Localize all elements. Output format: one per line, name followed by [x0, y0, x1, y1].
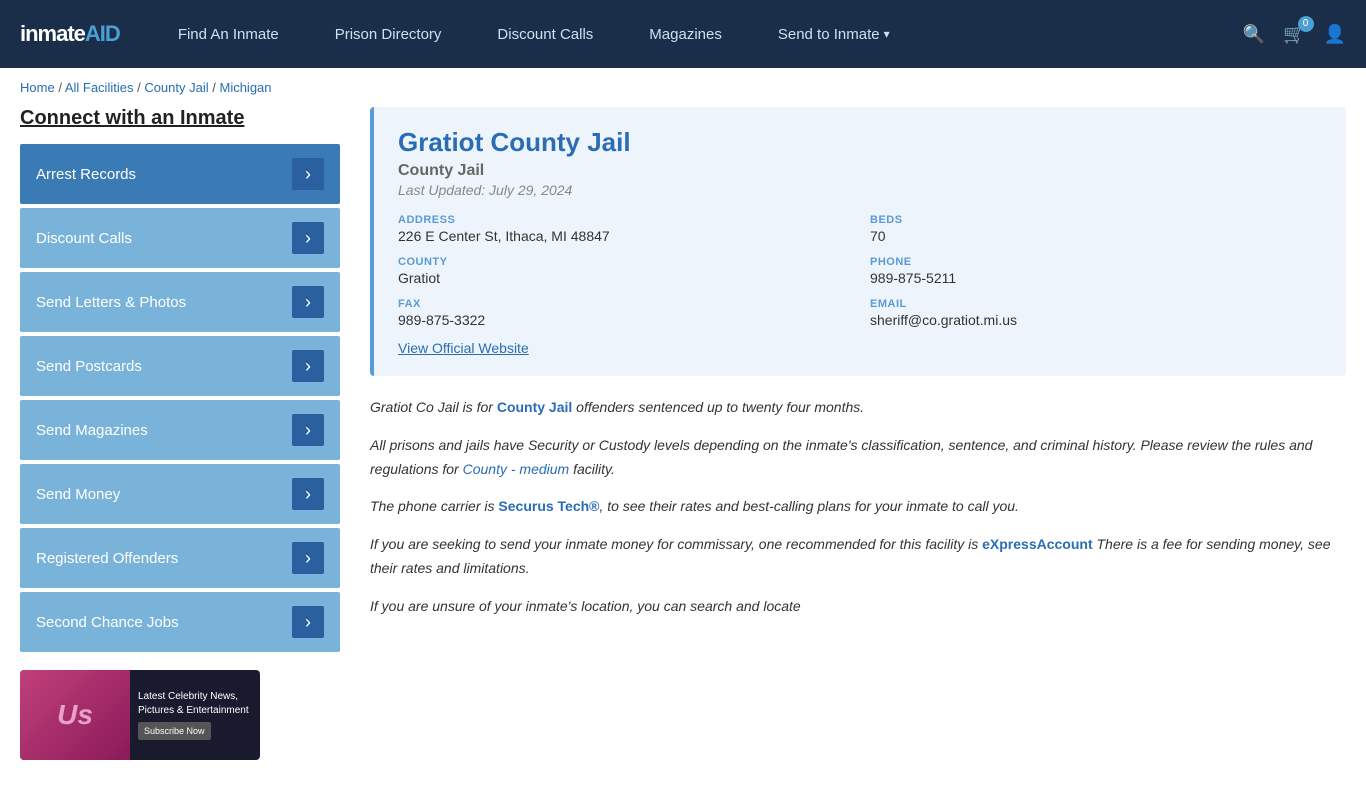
- nav-find-inmate[interactable]: Find An Inmate: [150, 0, 307, 68]
- search-button[interactable]: 🔍: [1243, 24, 1265, 45]
- chevron-right-icon: ›: [292, 478, 324, 510]
- county-medium-link[interactable]: County - medium: [463, 461, 570, 477]
- sidebar: Connect with an Inmate Arrest Records › …: [20, 107, 340, 760]
- county-value: Gratiot: [398, 270, 850, 286]
- fax-value: 989-875-3322: [398, 312, 850, 328]
- chevron-right-icon: ›: [292, 542, 324, 574]
- chevron-right-icon: ›: [292, 286, 324, 318]
- email-label: EMAIL: [870, 298, 1322, 310]
- county-label: COUNTY: [398, 256, 850, 268]
- facility-content: Gratiot County Jail County Jail Last Upd…: [370, 107, 1346, 760]
- desc-paragraph-2: All prisons and jails have Security or C…: [370, 434, 1346, 482]
- desc-paragraph-5: If you are unsure of your inmate's locat…: [370, 595, 1346, 619]
- beds-label: BEDS: [870, 214, 1322, 226]
- chevron-right-icon: ›: [292, 222, 324, 254]
- address-value: 226 E Center St, Ithaca, MI 48847: [398, 228, 850, 244]
- header: inmateAID Find An Inmate Prison Director…: [0, 0, 1366, 68]
- email-value: sheriff@co.gratiot.mi.us: [870, 312, 1322, 328]
- chevron-right-icon: ›: [292, 606, 324, 638]
- chevron-right-icon: ›: [292, 414, 324, 446]
- sidebar-title: Connect with an Inmate: [20, 107, 340, 130]
- phone-cell: PHONE 989-875-5211: [870, 256, 1322, 286]
- desc-paragraph-1: Gratiot Co Jail is for County Jail offen…: [370, 396, 1346, 420]
- ad-subscribe-button[interactable]: Subscribe Now: [138, 722, 211, 741]
- sidebar-item-send-letters[interactable]: Send Letters & Photos ›: [20, 272, 340, 332]
- facility-last-updated: Last Updated: July 29, 2024: [398, 182, 1322, 198]
- logo-text: inmateAID: [20, 21, 120, 47]
- facility-type: County Jail: [398, 162, 1322, 180]
- main-container: Connect with an Inmate Arrest Records › …: [0, 107, 1366, 790]
- nav-send-to-inmate[interactable]: Send to Inmate ▾: [750, 0, 918, 68]
- facility-card: Gratiot County Jail County Jail Last Upd…: [370, 107, 1346, 376]
- user-account-button[interactable]: 👤: [1324, 24, 1346, 45]
- chevron-right-icon: ›: [292, 158, 324, 190]
- facility-info-grid: ADDRESS 226 E Center St, Ithaca, MI 4884…: [398, 214, 1322, 328]
- desc-paragraph-4: If you are seeking to send your inmate m…: [370, 533, 1346, 581]
- breadcrumb: Home / All Facilities / County Jail / Mi…: [0, 68, 1366, 107]
- sidebar-item-discount-calls[interactable]: Discount Calls ›: [20, 208, 340, 268]
- email-cell: EMAIL sheriff@co.gratiot.mi.us: [870, 298, 1322, 328]
- chevron-right-icon: ›: [292, 350, 324, 382]
- breadcrumb-home[interactable]: Home: [20, 80, 55, 95]
- main-nav: Find An Inmate Prison Directory Discount…: [150, 0, 1243, 68]
- ad-brand-logo: Us: [20, 670, 130, 760]
- nav-discount-calls[interactable]: Discount Calls: [469, 0, 621, 68]
- phone-label: PHONE: [870, 256, 1322, 268]
- ad-content: Latest Celebrity News, Pictures & Entert…: [130, 684, 260, 747]
- fax-label: FAX: [398, 298, 850, 310]
- address-label: ADDRESS: [398, 214, 850, 226]
- send-to-inmate-dropdown-icon: ▾: [884, 27, 890, 41]
- cart-badge: 0: [1298, 16, 1314, 32]
- sidebar-menu: Arrest Records › Discount Calls › Send L…: [20, 144, 340, 652]
- sidebar-item-send-postcards[interactable]: Send Postcards ›: [20, 336, 340, 396]
- phone-value: 989-875-5211: [870, 270, 1322, 286]
- breadcrumb-michigan[interactable]: Michigan: [219, 80, 271, 95]
- securus-link[interactable]: Securus Tech®: [498, 498, 599, 514]
- address-cell: ADDRESS 226 E Center St, Ithaca, MI 4884…: [398, 214, 850, 244]
- advertisement[interactable]: Us Latest Celebrity News, Pictures & Ent…: [20, 670, 260, 760]
- beds-cell: BEDS 70: [870, 214, 1322, 244]
- beds-value: 70: [870, 228, 1322, 244]
- nav-prison-directory[interactable]: Prison Directory: [307, 0, 470, 68]
- breadcrumb-all-facilities[interactable]: All Facilities: [65, 80, 134, 95]
- sidebar-item-arrest-records[interactable]: Arrest Records ›: [20, 144, 340, 204]
- logo[interactable]: inmateAID: [20, 21, 120, 47]
- county-cell: COUNTY Gratiot: [398, 256, 850, 286]
- sidebar-item-send-magazines[interactable]: Send Magazines ›: [20, 400, 340, 460]
- fax-cell: FAX 989-875-3322: [398, 298, 850, 328]
- view-official-website-link[interactable]: View Official Website: [398, 340, 529, 356]
- facility-description: Gratiot Co Jail is for County Jail offen…: [370, 396, 1346, 619]
- sidebar-item-registered-offenders[interactable]: Registered Offenders ›: [20, 528, 340, 588]
- desc-paragraph-3: The phone carrier is Securus Tech®, to s…: [370, 495, 1346, 519]
- header-icons: 🔍 🛒 0 👤: [1243, 24, 1346, 45]
- cart-button[interactable]: 🛒 0: [1283, 24, 1305, 45]
- sidebar-item-second-chance-jobs[interactable]: Second Chance Jobs ›: [20, 592, 340, 652]
- nav-magazines[interactable]: Magazines: [621, 0, 750, 68]
- facility-name: Gratiot County Jail: [398, 127, 1322, 158]
- county-jail-link[interactable]: County Jail: [497, 399, 572, 415]
- sidebar-item-send-money[interactable]: Send Money ›: [20, 464, 340, 524]
- expressaccount-link[interactable]: eXpressAccount: [982, 536, 1092, 552]
- breadcrumb-county-jail[interactable]: County Jail: [144, 80, 208, 95]
